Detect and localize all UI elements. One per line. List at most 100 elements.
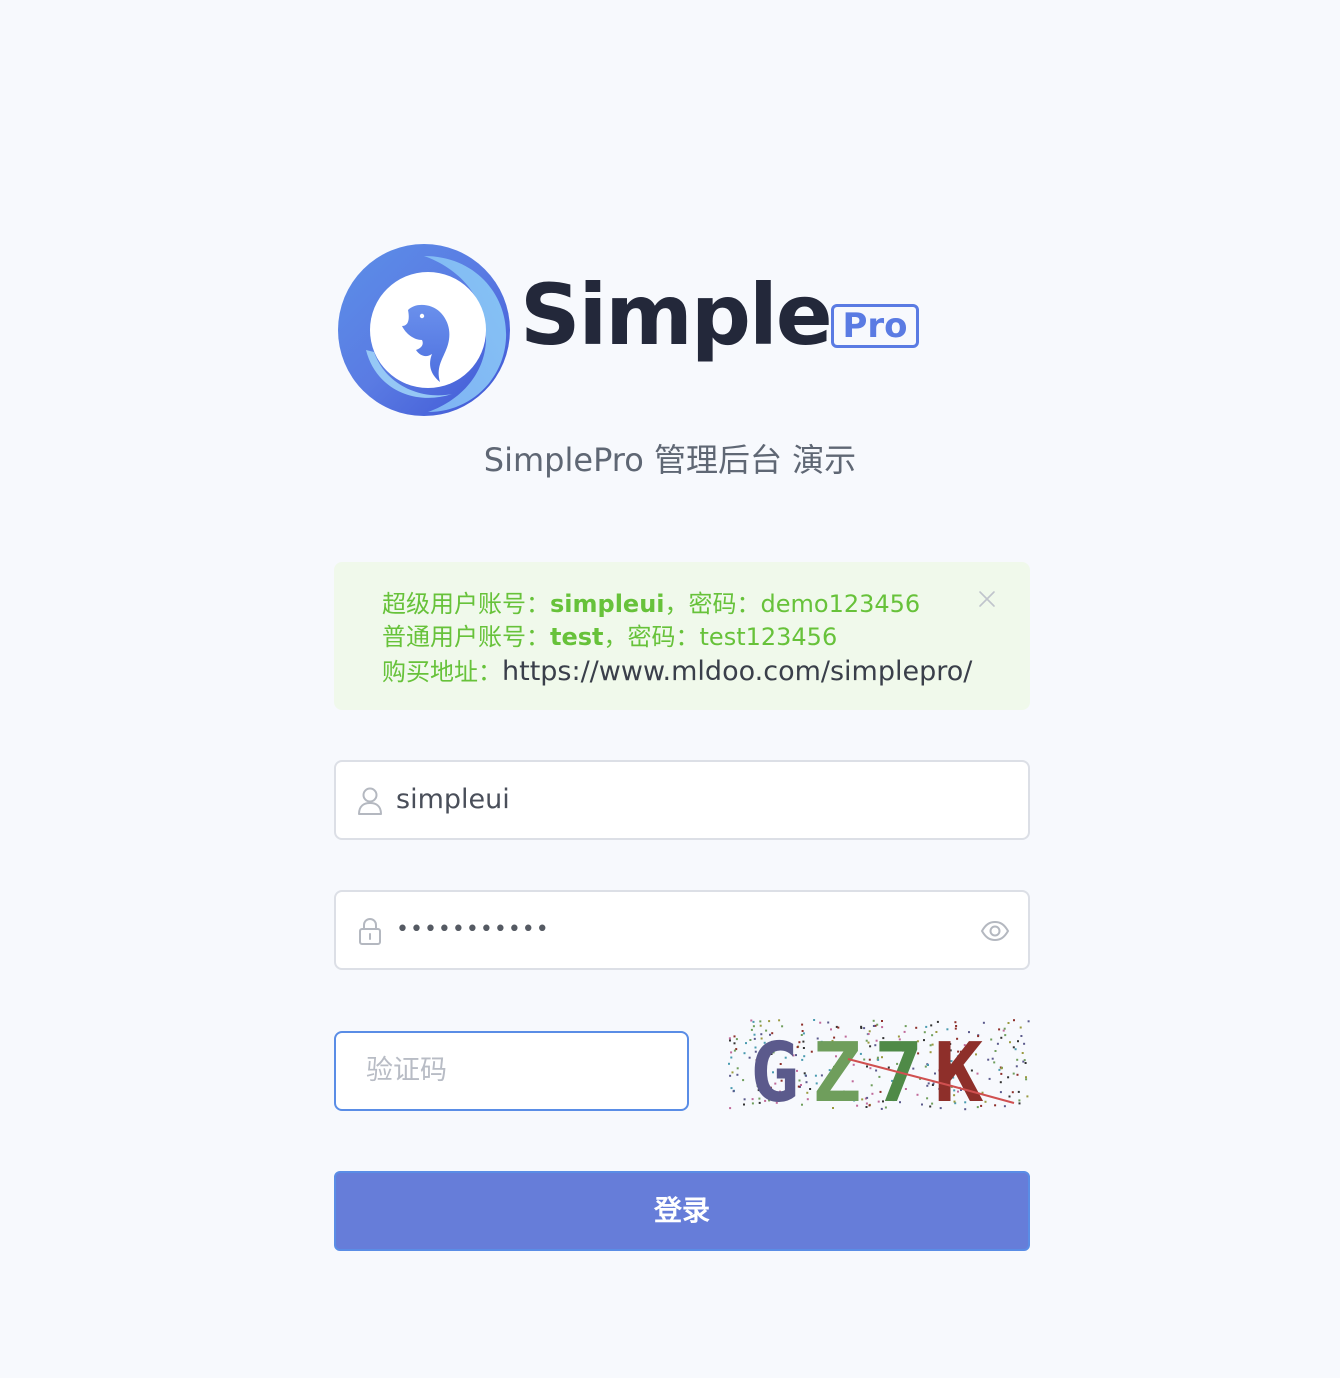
captcha-noise-dot [805,1074,807,1077]
captcha-noise-dot [994,1104,997,1107]
eye-icon[interactable] [980,916,1010,946]
pro-badge: Pro [831,304,919,348]
close-icon[interactable] [976,588,998,610]
captcha-noise-dot [1012,1072,1015,1075]
captcha-noise-dot [806,1098,809,1101]
captcha-noise-dot [987,1058,990,1061]
captcha-noise-dot [872,1019,875,1022]
captcha-image[interactable]: G Z 7 K [728,1019,1030,1111]
captcha-noise-dot [759,1020,762,1023]
captcha-noise-dot [869,1067,872,1070]
captcha-noise-dot [803,1072,806,1075]
login-button[interactable]: 登录 [334,1171,1030,1251]
captcha-noise-dot [865,1102,868,1105]
password-field[interactable]: ••••••••••• [334,890,1030,970]
lock-icon [359,917,381,945]
captcha-noise-dot [869,1045,872,1048]
purchase-url: https://www.mldoo.com/simplepro/ [502,656,973,687]
captcha-noise-dot [865,1039,868,1042]
captcha-noise-dot [927,1082,930,1085]
captcha-noise-dot [743,1103,745,1106]
login-page: Simple Pro SimplePro 管理后台 演示 超级用户账号： simp… [0,0,1340,1378]
captcha-noise-dot [743,1098,746,1101]
normal-user-password: test123456 [699,623,838,651]
captcha-noise-dot [742,1079,745,1082]
captcha-noise-dot [801,1103,803,1106]
captcha-noise-dot [733,1042,736,1045]
captcha-line [847,1058,1015,1104]
captcha-noise-dot [800,1034,803,1036]
demo-credentials-alert: 超级用户账号：simpleui，密码：demo123456 普通用户账号：tes… [334,562,1030,710]
captcha-noise-dot [768,1020,771,1023]
captcha-noise-dot [929,1044,932,1047]
alert-line-purchase: 购买地址：https://www.mldoo.com/simplepro/ [382,656,972,688]
captcha-noise-dot [803,1055,806,1058]
username-field[interactable]: simpleui [334,760,1030,840]
captcha-noise-dot [984,1100,987,1103]
captcha-noise-dot [728,1062,730,1065]
captcha-noise-dot [1007,1076,1010,1079]
captcha-noise-dot [1007,1022,1010,1024]
user-icon [358,787,382,815]
captcha-noise-dot [735,1038,738,1041]
normal-user-account: test [550,623,604,651]
captcha-noise-dot [998,1028,1001,1031]
captcha-noise-dot [745,1042,747,1045]
captcha-noise-dot [819,1021,822,1024]
captcha-noise-dot [929,1051,932,1054]
page-subtitle: SimplePro 管理后台 演示 [483,441,857,479]
captcha-noise-dot [866,1096,869,1099]
captcha-noise-dot [1000,1072,1003,1075]
captcha-noise-dot [931,1102,934,1105]
captcha-input[interactable]: 验证码 [334,1031,689,1111]
captcha-noise-dot [1000,1036,1003,1039]
captcha-noise-dot [999,1091,1002,1094]
captcha-noise-dot [998,1068,1001,1071]
captcha-noise-dot [993,1061,996,1064]
captcha-noise-dot [1018,1102,1021,1105]
superuser-password: demo123456 [760,590,921,618]
captcha-noise-dot [1016,1058,1019,1061]
captcha-noise-dot [982,1021,985,1024]
captcha-char-4: K [934,1026,984,1111]
captcha-noise-dot [730,1051,733,1054]
captcha-noise-dot [729,1107,732,1110]
captcha-noise-dot [1012,1046,1015,1049]
captcha-char-1: G [750,1026,799,1111]
logo-mark-icon [338,244,510,416]
captcha-noise-dot [1017,1040,1019,1043]
captcha-placeholder: 验证码 [366,1055,447,1086]
superuser-label: 超级用户账号： [382,590,550,618]
captcha-noise-dot [861,1098,864,1101]
captcha-noise-dot [1017,1090,1020,1093]
captcha-noise-dot [1018,1099,1021,1102]
captcha-noise-dot [923,1031,926,1034]
captcha-noise-dot [827,1021,830,1024]
captcha-noise-dot [805,1081,808,1084]
captcha-noise-dot [813,1019,816,1021]
captcha-noise-dot [728,1037,731,1040]
captcha-noise-dot [996,1042,999,1045]
brand-wordmark: Simple [520,266,833,364]
captcha-noise-dot [1003,1027,1006,1030]
captcha-noise-dot [1004,1034,1007,1037]
captcha-noise-dot [752,1020,755,1023]
password-value: ••••••••••• [396,917,550,942]
captcha-noise-dot [881,1020,883,1022]
captcha-noise-dot [1008,1095,1011,1098]
captcha-noise-dot [929,1105,932,1108]
captcha-noise-dot [1025,1076,1027,1079]
normal-user-password-label: ，密码： [603,623,700,651]
captcha-noise-dot [1022,1060,1025,1063]
captcha-noise-dot [1025,1078,1028,1081]
captcha-noise-dot [778,1019,781,1022]
captcha-noise-dot [1019,1026,1022,1029]
captcha-noise-dot [801,1023,804,1026]
captcha-noise-dot [924,1065,927,1068]
captcha-noise-dot [870,1084,873,1087]
captcha-noise-dot [926,1097,929,1100]
captcha-noise-dot [736,1073,739,1076]
captcha-noise-dot [865,1106,868,1108]
captcha-noise-dot [926,1084,929,1087]
captcha-noise-dot [801,1058,804,1061]
